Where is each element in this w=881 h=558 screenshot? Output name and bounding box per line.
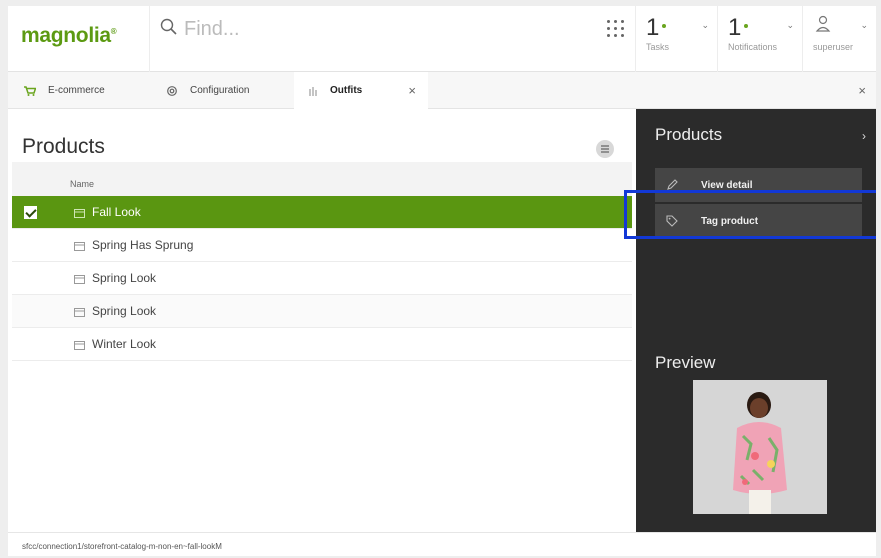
chevron-right-icon[interactable]: ›	[862, 129, 866, 143]
grid-header: Name	[12, 162, 632, 196]
app-tabs: E-commerce Configuration Outfits × ×	[8, 72, 876, 109]
user-menu[interactable]: ⌄ superuser	[802, 6, 876, 72]
table-row[interactable]: Winter Look	[12, 328, 632, 361]
page-title: Products	[22, 135, 105, 158]
tasks-dot-icon	[662, 24, 666, 28]
row-checkbox[interactable]	[24, 338, 37, 351]
user-icon	[815, 15, 831, 38]
selected-item-path: sfcc/connection1/storefront-catalog-m-no…	[22, 542, 222, 551]
row-checkbox[interactable]	[24, 305, 37, 318]
row-checkbox[interactable]	[24, 239, 37, 252]
row-label: Spring Has Sprung	[92, 238, 194, 252]
product-icon	[74, 273, 85, 287]
notifications-indicator[interactable]: 1 ⌄ Notifications	[717, 6, 802, 72]
search-input[interactable]	[184, 17, 564, 41]
list-view-icon[interactable]	[596, 140, 614, 158]
notifications-dot-icon	[744, 24, 748, 28]
gear-icon	[166, 85, 178, 97]
table-row[interactable]: Fall Look	[12, 196, 632, 229]
tab-outfits[interactable]: Outfits ×	[294, 72, 428, 109]
app-launcher-icon[interactable]	[607, 20, 625, 38]
table-row[interactable]: Spring Has Sprung	[12, 229, 632, 262]
row-checkbox[interactable]	[24, 205, 37, 219]
action-bar: Products › View detail Tag product Previ…	[636, 109, 876, 532]
row-label: Spring Look	[92, 304, 157, 318]
search-icon	[160, 18, 178, 41]
product-preview-image	[693, 380, 827, 514]
product-icon	[74, 306, 85, 320]
tab-e-commerce[interactable]: E-commerce	[24, 72, 154, 109]
product-icon	[74, 339, 85, 353]
notifications-count: 1	[728, 14, 742, 41]
row-label: Fall Look	[92, 205, 141, 219]
row-label: Winter Look	[92, 337, 157, 351]
action-label: View detail	[701, 179, 753, 191]
cart-icon	[24, 85, 36, 96]
row-checkbox[interactable]	[24, 272, 37, 285]
chevron-down-icon: ⌄	[786, 20, 794, 30]
tab-label: Outfits	[330, 85, 363, 96]
product-icon	[74, 240, 85, 254]
tab-configuration[interactable]: Configuration	[166, 72, 291, 109]
app-window: magnolia® 1 ⌄ Tasks 1 ⌄ Notifications	[8, 6, 876, 556]
tab-label: E-commerce	[48, 85, 105, 96]
tab-label: Configuration	[190, 85, 250, 96]
product-icon	[74, 207, 85, 221]
header: magnolia® 1 ⌄ Tasks 1 ⌄ Notifications	[8, 6, 876, 72]
table-row[interactable]: Spring Look	[12, 295, 632, 328]
logo[interactable]: magnolia®	[8, 6, 150, 72]
tasks-indicator[interactable]: 1 ⌄ Tasks	[635, 6, 717, 72]
action-bar-title: Products	[655, 125, 723, 144]
column-header-name[interactable]: Name	[70, 179, 94, 189]
tasks-count: 1	[646, 14, 660, 41]
preview-title: Preview	[655, 353, 716, 372]
notifications-label: Notifications	[728, 42, 778, 52]
tags-icon	[308, 86, 318, 96]
table-row[interactable]: Spring Look	[12, 262, 632, 295]
user-label: superuser	[813, 42, 854, 52]
tasks-label: Tasks	[646, 42, 670, 52]
row-label: Spring Look	[92, 271, 157, 285]
close-icon[interactable]: ×	[858, 83, 866, 98]
logo-trademark: ®	[110, 27, 117, 36]
close-icon[interactable]: ×	[408, 83, 416, 98]
chevron-down-icon: ⌄	[860, 20, 868, 30]
chevron-down-icon: ⌄	[701, 20, 709, 30]
search-box[interactable]	[160, 14, 590, 44]
products-workbench: Products Name Fall Look Spring Has Sprun…	[8, 109, 636, 532]
highlight-box	[624, 190, 876, 239]
logo-text: magnolia	[21, 24, 111, 47]
status-bar: sfcc/connection1/storefront-catalog-m-no…	[8, 532, 876, 556]
